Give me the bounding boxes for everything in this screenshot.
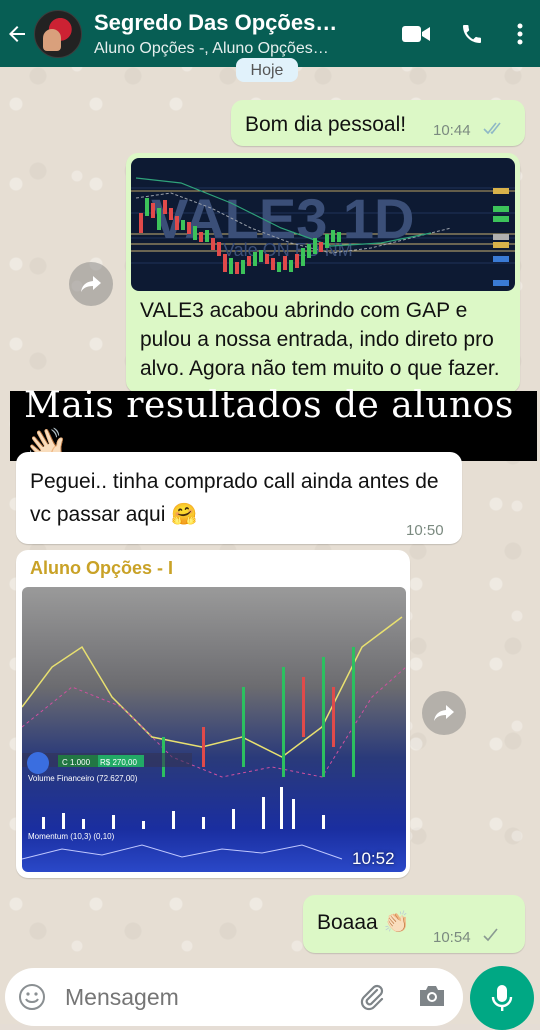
forward-icon[interactable] [69, 262, 113, 306]
trading-screen-graphic: C 1.000 R$ 270,00 Volume Financeiro (72.… [22, 616, 406, 860]
message-time: 10:54 [433, 929, 471, 946]
chat-title: Segredo Das Opções… [94, 9, 338, 35]
chart-image[interactable]: VALE3 1D Vale ON ED NM [131, 158, 515, 291]
message-text: Peguei.. tinha comprado call ainda antes… [30, 470, 439, 526]
message-bubble-photo-incoming[interactable]: Aluno Opções - I C 1.000 R$ 270,00 Volum… [16, 550, 410, 878]
photo-price-label: R$ 270,00 [100, 758, 137, 767]
promo-banner: Mais resultados de alunos 👋🏻 [10, 385, 537, 468]
photo-volume-label: Volume Financeiro (72.627,00) [28, 774, 138, 783]
message-bubble-image-outgoing[interactable]: VALE3 1D Vale ON ED NM VALE3 acabou abri… [126, 153, 520, 393]
attach-icon[interactable] [357, 982, 387, 1012]
chart-watermark-subtitle: Vale ON ED NM [223, 240, 353, 260]
mic-button[interactable] [470, 966, 534, 1030]
message-text: VALE3 acabou abrindo com GAP e pulou a n… [140, 299, 500, 380]
more-options-icon[interactable] [500, 0, 540, 67]
message-time: 10:50 [406, 522, 444, 539]
message-composer [5, 968, 463, 1026]
message-input[interactable] [63, 982, 337, 1012]
chat-participants: Aluno Opções -, Aluno Opções… [94, 39, 329, 57]
trading-screen-photo[interactable]: C 1.000 R$ 270,00 Volume Financeiro (72.… [22, 587, 406, 872]
microphone-icon [490, 983, 514, 1013]
sender-name: Aluno Opções - I [30, 558, 174, 578]
double-check-read-icon [483, 121, 507, 140]
message-bubble-incoming[interactable]: Peguei.. tinha comprado call ainda antes… [16, 452, 462, 544]
single-check-sent-icon [483, 928, 499, 947]
message-bubble-outgoing[interactable]: Boaaa 👏🏻 10:54 [303, 895, 525, 953]
message-text: Boaaa 👏🏻 [317, 911, 410, 934]
back-arrow-icon[interactable] [0, 0, 34, 67]
message-time: 10:52 [352, 849, 395, 868]
camera-icon[interactable] [417, 982, 447, 1010]
chat-titles[interactable]: Segredo Das Opções… Aluno Opções -, Alun… [94, 10, 388, 58]
date-chip: Hoje [236, 58, 298, 82]
emoji-icon[interactable] [17, 982, 47, 1012]
group-avatar[interactable] [34, 9, 82, 58]
message-text: Bom dia pessoal! [245, 113, 407, 136]
phone-call-icon[interactable] [444, 0, 500, 67]
photo-momentum-label: Momentum (10,3) (0,10) [28, 832, 115, 841]
chat-header: Segredo Das Opções… Aluno Opções -, Alun… [0, 0, 540, 67]
message-bubble-outgoing[interactable]: Bom dia pessoal! 10:44 [231, 100, 525, 146]
message-time: 10:44 [433, 122, 471, 139]
candlestick-chart-graphic: VALE3 1D Vale ON ED NM [131, 177, 515, 286]
photo-qty-label: C 1.000 [62, 758, 91, 767]
video-call-icon[interactable] [388, 0, 444, 67]
forward-icon[interactable] [422, 691, 466, 735]
